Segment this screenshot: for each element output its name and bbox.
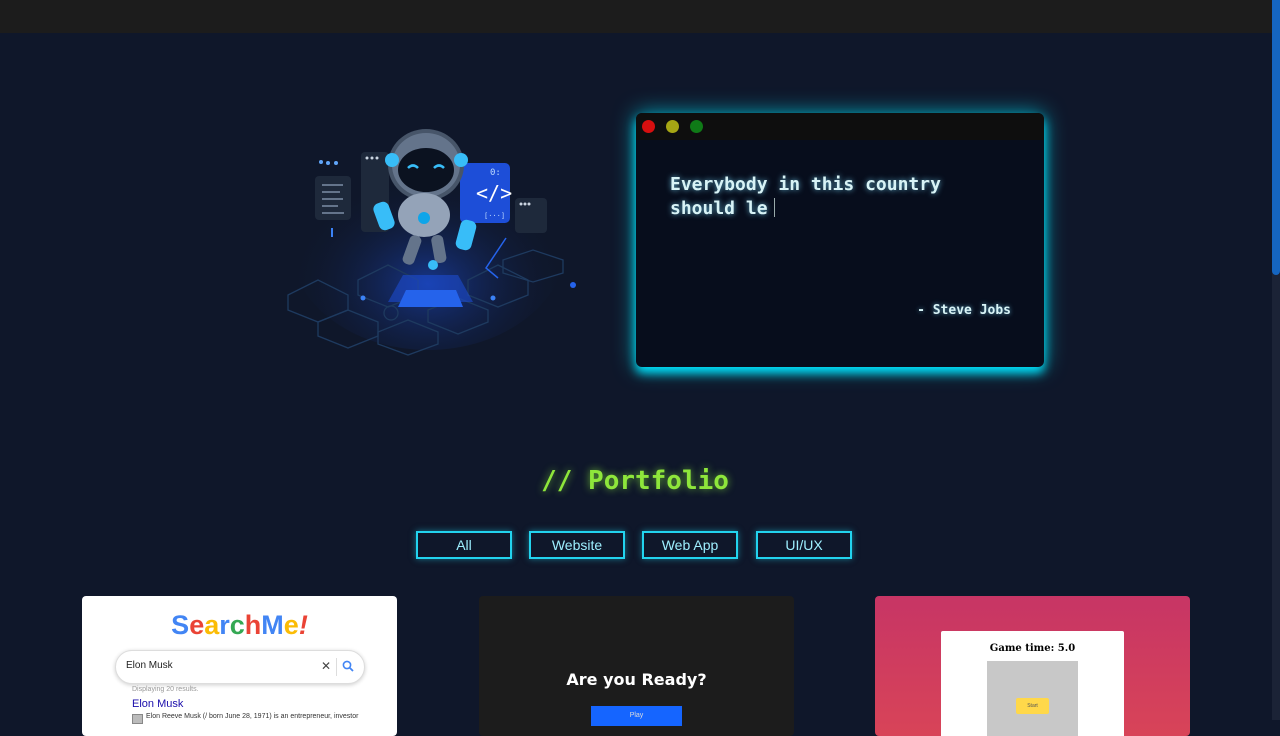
ready-game-title: Are you Ready? bbox=[566, 670, 707, 689]
searchme-logo-letter: r bbox=[219, 610, 230, 640]
searchme-logo-letter: e bbox=[189, 610, 205, 640]
filter-website-button[interactable]: Website bbox=[529, 531, 625, 559]
clear-icon[interactable]: ✕ bbox=[321, 659, 331, 673]
filter-web-app-button[interactable]: Web App bbox=[642, 531, 738, 559]
project-card-ready-game[interactable]: Are you Ready? Play bbox=[479, 596, 794, 736]
start-button[interactable]: Start bbox=[1016, 698, 1049, 714]
typing-caret bbox=[773, 198, 775, 217]
searchme-logo: SearchMe! bbox=[82, 610, 397, 641]
searchme-query: Elon Musk bbox=[126, 660, 173, 671]
svg-text:</>: </> bbox=[476, 181, 512, 205]
scrollbar-thumb[interactable] bbox=[1272, 0, 1280, 275]
portfolio-heading: // Portfolio bbox=[541, 466, 729, 496]
searchme-logo-letter: h bbox=[244, 610, 262, 640]
close-dot-icon bbox=[642, 120, 655, 133]
minimize-dot-icon bbox=[666, 120, 679, 133]
project-card-timer-game[interactable]: Game time: 5.0 Start bbox=[875, 596, 1190, 736]
searchme-result-link[interactable]: Elon Musk bbox=[132, 698, 183, 710]
typed-quote: Everybody in this country should le bbox=[670, 173, 990, 221]
input-divider bbox=[336, 658, 337, 676]
svg-text:[···]: [···] bbox=[484, 212, 505, 220]
robot-developer-illustration: </> 0: [···] bbox=[287, 129, 576, 356]
searchme-logo-letter: e bbox=[283, 610, 299, 640]
project-card-searchme[interactable]: SearchMe! Elon Musk ✕ Displaying 20 resu… bbox=[82, 596, 397, 736]
game-time-label: Game time: 5.0 bbox=[989, 643, 1076, 654]
searchme-logo-letter: ! bbox=[298, 610, 308, 640]
game-area[interactable]: Start bbox=[987, 661, 1078, 736]
filter-all-button[interactable]: All bbox=[416, 531, 512, 559]
result-thumbnail bbox=[132, 714, 143, 724]
play-button[interactable]: Play bbox=[591, 706, 682, 726]
searchme-result-snippet: Elon Reeve Musk (/ born June 28, 1971) i… bbox=[146, 713, 359, 720]
searchme-result-count: Displaying 20 results. bbox=[132, 686, 199, 693]
typed-quote-text: Everybody in this country should le bbox=[670, 174, 941, 219]
filter-uiux-button[interactable]: UI/UX bbox=[756, 531, 852, 559]
game-panel: Game time: 5.0 Start bbox=[941, 631, 1124, 736]
searchme-search-input[interactable]: Elon Musk ✕ bbox=[115, 650, 365, 684]
quote-author: - Steve Jobs bbox=[917, 303, 1011, 318]
searchme-logo-letter: S bbox=[171, 610, 190, 640]
searchme-logo-letter: M bbox=[261, 610, 284, 640]
browser-top-bar bbox=[0, 0, 1280, 33]
search-icon[interactable] bbox=[342, 660, 354, 672]
searchme-logo-letter: a bbox=[204, 610, 220, 640]
terminal-title-bar bbox=[636, 113, 1044, 140]
svg-text:0:: 0: bbox=[490, 168, 501, 178]
quote-terminal-window: Everybody in this country should le - St… bbox=[636, 113, 1044, 367]
maximize-dot-icon bbox=[690, 120, 703, 133]
searchme-logo-letter: c bbox=[229, 610, 245, 640]
